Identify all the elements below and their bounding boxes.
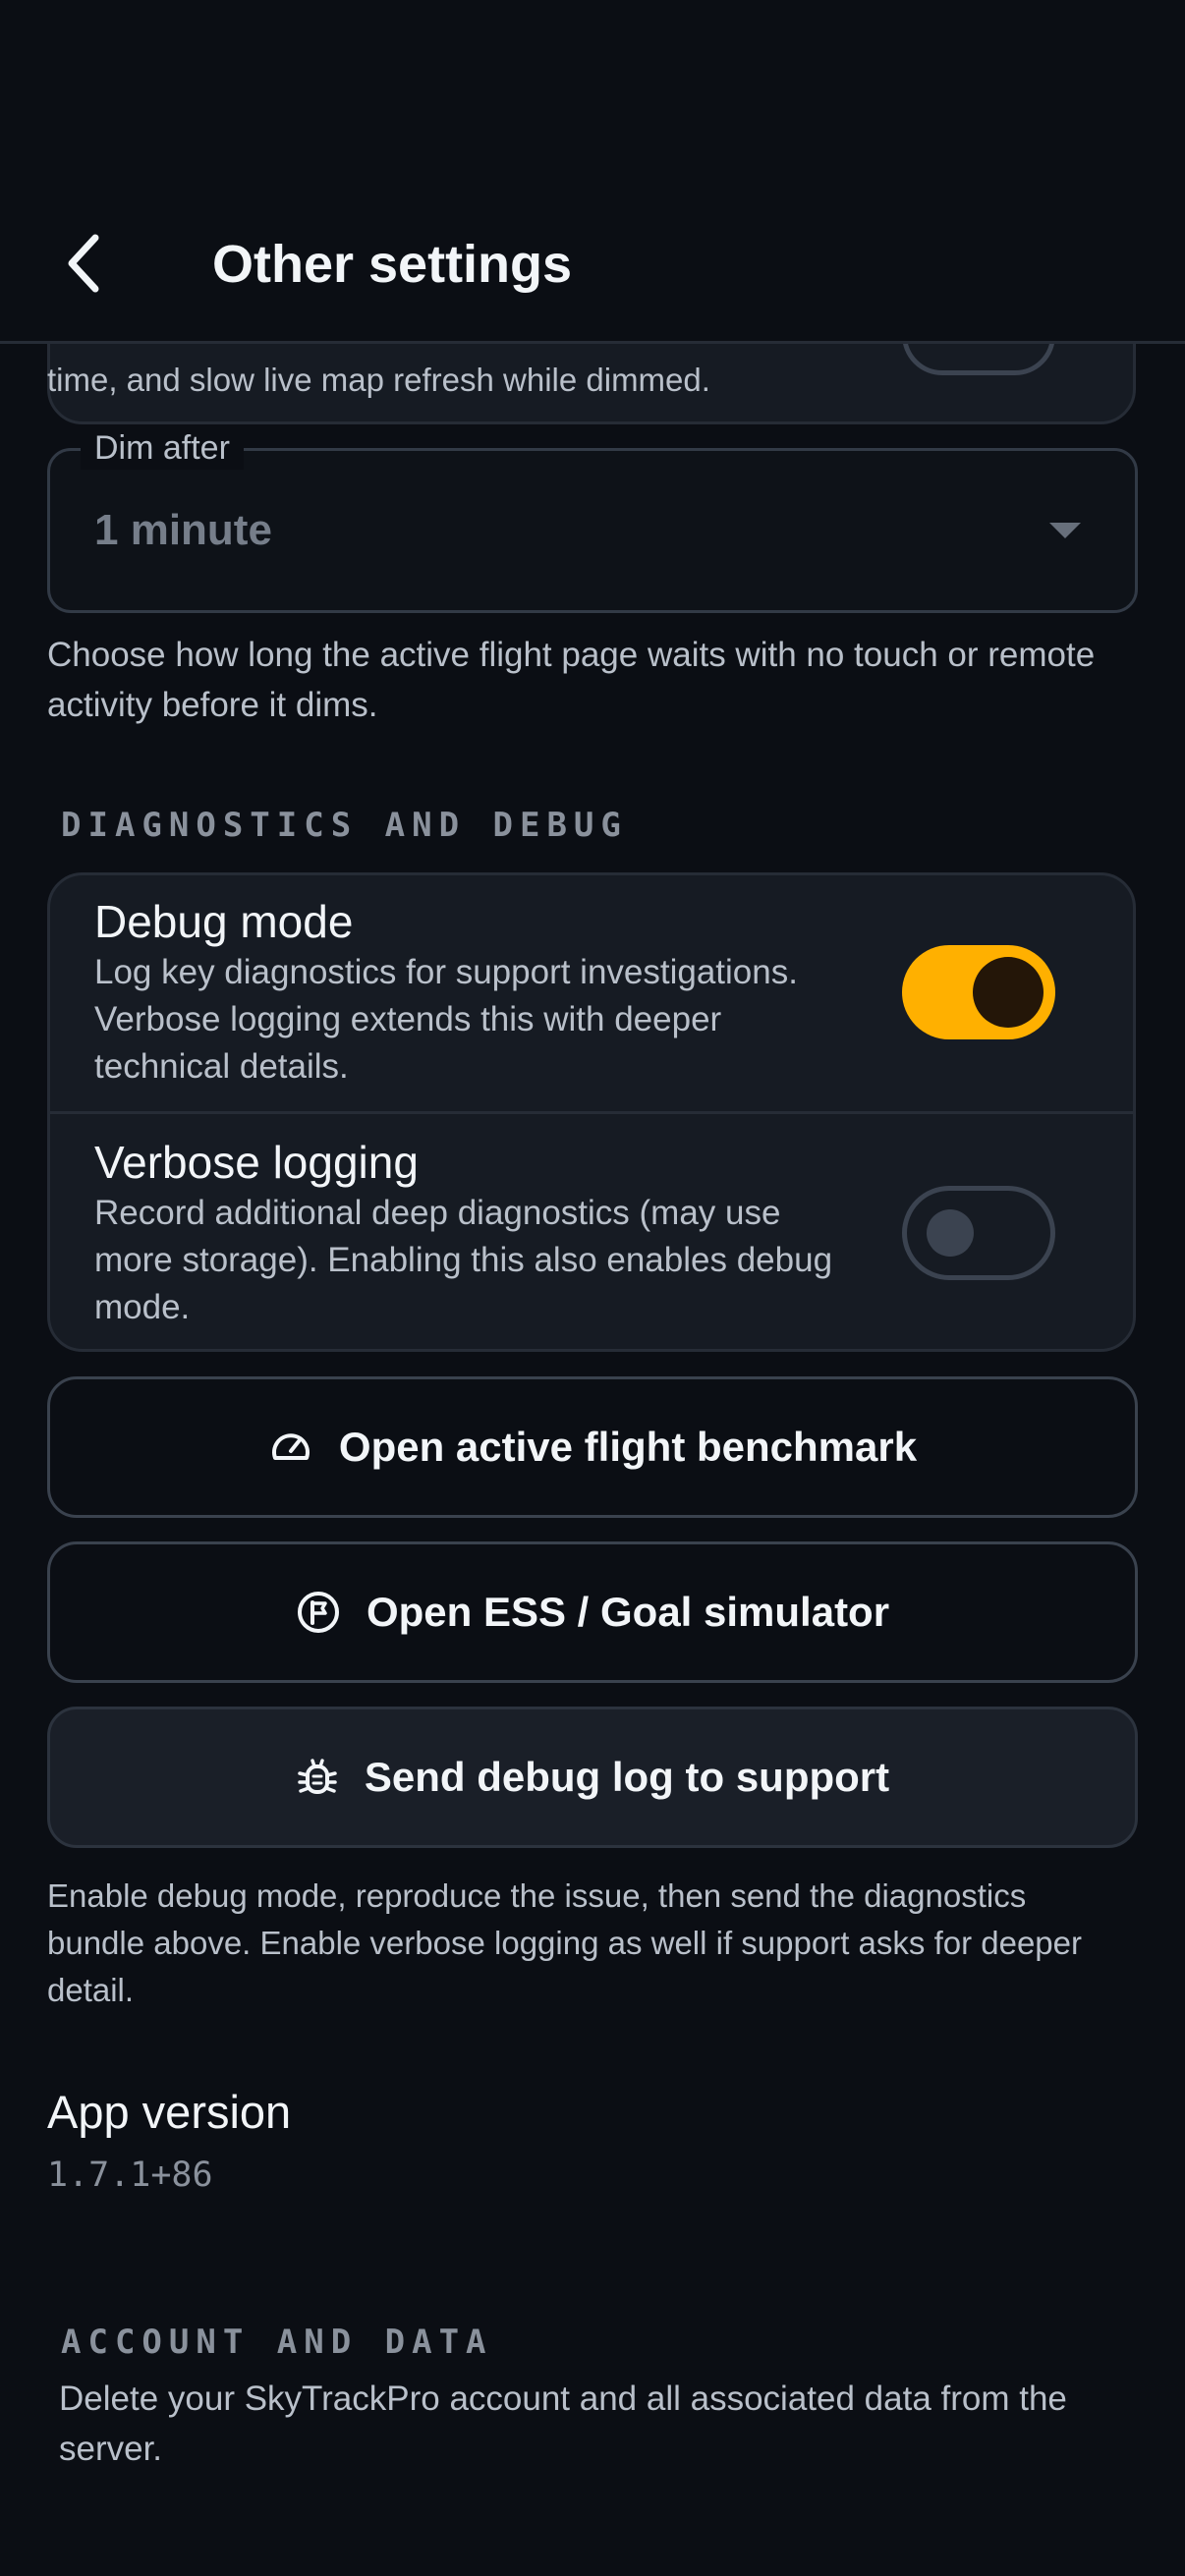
dim-after-label: Dim after	[81, 426, 244, 470]
page-title: Other settings	[212, 235, 573, 294]
send-debug-log-label: Send debug log to support	[364, 1754, 890, 1800]
toggle-knob	[973, 957, 1044, 1028]
dim-after-value[interactable]: 1 minute	[94, 501, 272, 560]
account-description: Delete your SkyTrackPro account and all …	[59, 2380, 1067, 2468]
send-debug-log-button[interactable]: Send debug log to support	[47, 1707, 1138, 1848]
back-button[interactable]	[49, 218, 118, 312]
row-divider	[50, 1111, 1133, 1114]
diagnostics-help: Enable debug mode, reproduce the issue, …	[47, 1877, 1083, 2008]
verbose-logging-description: Record additional deep diagnostics (may …	[94, 1194, 833, 1326]
debug-mode-toggle[interactable]	[902, 945, 1055, 1039]
dropdown-arrow-icon[interactable]	[1049, 523, 1081, 538]
toggle-knob	[927, 1209, 974, 1257]
gauge-icon	[268, 1425, 313, 1470]
app-version-value: 1.7.1+86	[47, 2156, 213, 2195]
settings-scroll-content[interactable]: time, and slow live map refresh while di…	[0, 0, 1185, 2576]
app-version-title: App version	[47, 2086, 292, 2138]
goal-flag-icon	[296, 1590, 341, 1635]
chevron-left-icon	[64, 232, 103, 300]
verbose-logging-toggle[interactable]	[902, 1186, 1055, 1280]
dim-after-help: Choose how long the active flight page w…	[47, 636, 1096, 724]
debug-mode-description: Log key diagnostics for support investig…	[94, 953, 798, 1086]
open-simulator-button[interactable]: Open ESS / Goal simulator	[47, 1541, 1138, 1683]
open-simulator-label: Open ESS / Goal simulator	[366, 1589, 890, 1635]
open-benchmark-button[interactable]: Open active flight benchmark	[47, 1376, 1138, 1518]
account-section-title: ACCOUNT AND DATA	[61, 2323, 493, 2362]
debug-mode-title: Debug mode	[94, 896, 354, 947]
open-benchmark-label: Open active flight benchmark	[338, 1424, 918, 1470]
verbose-logging-title: Verbose logging	[94, 1137, 419, 1188]
dim-screen-description: time, and slow live map refresh while di…	[47, 362, 710, 398]
bug-icon	[296, 1755, 339, 1800]
diagnostics-section-title: DIAGNOSTICS AND DEBUG	[61, 806, 628, 845]
app-bar: Other settings	[0, 0, 1185, 344]
